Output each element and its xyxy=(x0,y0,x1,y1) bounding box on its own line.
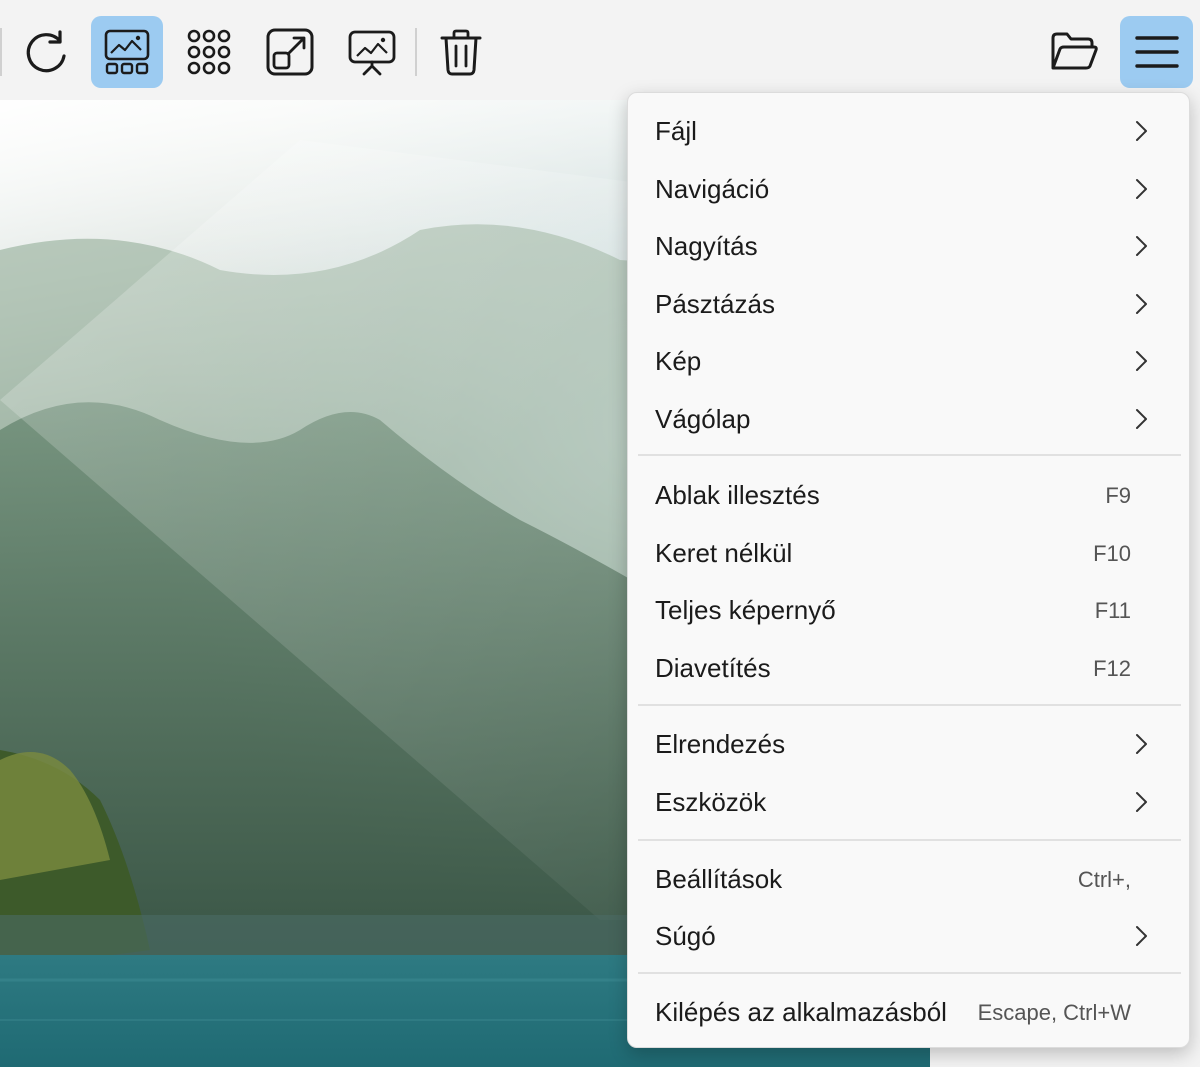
menu-item-label: Kilépés az alkalmazásból xyxy=(655,997,947,1027)
menu-item-tools[interactable]: Eszközök xyxy=(638,774,1181,831)
chevron-right-icon xyxy=(1136,734,1147,754)
main-menu-dropdown: Fájl Navigáció Nagyítás Pásztázás Kép Vágólap… xyxy=(627,92,1190,1048)
toolbar-separator xyxy=(415,28,417,76)
chevron-right-icon xyxy=(1136,294,1147,314)
menu-separator xyxy=(638,704,1181,706)
menu-item-label: Keret nélkül xyxy=(655,538,793,568)
menu-item-shortcut: F9 xyxy=(1105,482,1131,508)
toolbar-separator xyxy=(0,28,2,76)
menu-item-pan[interactable]: Pásztázás xyxy=(638,276,1181,333)
chevron-right-icon xyxy=(1136,351,1147,371)
menu-item-shortcut: F10 xyxy=(1093,540,1131,566)
slideshow-button[interactable] xyxy=(336,16,408,88)
menu-item-exit[interactable]: Kilépés az alkalmazásból Escape, Ctrl+W xyxy=(638,984,1181,1041)
menu-item-shortcut: F11 xyxy=(1094,597,1131,623)
menu-item-label: Nagyítás xyxy=(655,231,758,261)
menu-item-navigation[interactable]: Navigáció xyxy=(638,161,1181,218)
chevron-right-icon xyxy=(1136,409,1147,429)
menu-item-label: Navigáció xyxy=(655,174,770,204)
chevron-right-icon xyxy=(1136,121,1147,141)
main-menu-button[interactable] xyxy=(1120,16,1193,88)
chevron-right-icon xyxy=(1136,926,1147,946)
menu-item-help[interactable]: Súgó xyxy=(638,908,1181,965)
trash-icon xyxy=(440,29,482,76)
menu-item-label: Kép xyxy=(655,346,702,376)
menu-separator xyxy=(638,972,1181,974)
chevron-right-icon xyxy=(1136,179,1147,199)
open-new-window-button[interactable] xyxy=(254,16,326,88)
menu-item-image[interactable]: Kép xyxy=(638,333,1181,390)
menu-item-label: Elrendezés xyxy=(655,729,786,759)
menu-item-settings[interactable]: Beállítások Ctrl+, xyxy=(638,851,1181,908)
gallery-view-button[interactable] xyxy=(91,16,163,88)
menu-item-shortcut: F12 xyxy=(1093,655,1131,681)
chevron-right-icon xyxy=(1136,236,1147,256)
menu-item-label: Fájl xyxy=(655,116,697,146)
chevron-right-icon xyxy=(1136,792,1147,812)
slideshow-icon xyxy=(348,30,396,76)
external-window-icon xyxy=(266,28,314,76)
refresh-icon xyxy=(26,30,66,73)
menu-item-fit-window[interactable]: Ablak illesztés F9 xyxy=(638,467,1181,524)
menu-item-zoom[interactable]: Nagyítás xyxy=(638,218,1181,275)
delete-button[interactable] xyxy=(425,16,497,88)
menu-item-layout[interactable]: Elrendezés xyxy=(638,716,1181,773)
menu-item-clipboard[interactable]: Vágólap xyxy=(638,391,1181,448)
thumbnail-grid-button[interactable] xyxy=(173,16,245,88)
folder-open-icon xyxy=(1051,32,1098,70)
menu-item-label: Súgó xyxy=(655,921,716,951)
menu-item-slideshow[interactable]: Diavetítés F12 xyxy=(638,640,1181,697)
menu-item-shortcut: Escape, Ctrl+W xyxy=(977,999,1131,1025)
refresh-button[interactable] xyxy=(10,16,82,88)
menu-item-label: Teljes képernyő xyxy=(655,595,836,625)
gallery-icon xyxy=(104,29,150,75)
menu-item-label: Ablak illesztés xyxy=(655,480,820,510)
toolbar xyxy=(0,0,1200,100)
menu-item-label: Beállítások xyxy=(655,864,783,894)
menu-item-label: Eszközök xyxy=(655,787,767,817)
menu-item-label: Pásztázás xyxy=(655,289,775,319)
open-folder-button[interactable] xyxy=(1038,16,1110,88)
menu-item-label: Diavetítés xyxy=(655,653,771,683)
menu-separator xyxy=(638,454,1181,456)
hamburger-icon xyxy=(1134,36,1179,68)
grid-icon xyxy=(187,29,231,75)
menu-item-fullscreen[interactable]: Teljes képernyő F11 xyxy=(638,582,1181,639)
menu-item-borderless[interactable]: Keret nélkül F10 xyxy=(638,525,1181,582)
menu-separator xyxy=(638,839,1181,841)
menu-item-label: Vágólap xyxy=(655,404,751,434)
menu-item-file[interactable]: Fájl xyxy=(638,103,1181,160)
menu-item-shortcut: Ctrl+, xyxy=(1077,866,1131,892)
